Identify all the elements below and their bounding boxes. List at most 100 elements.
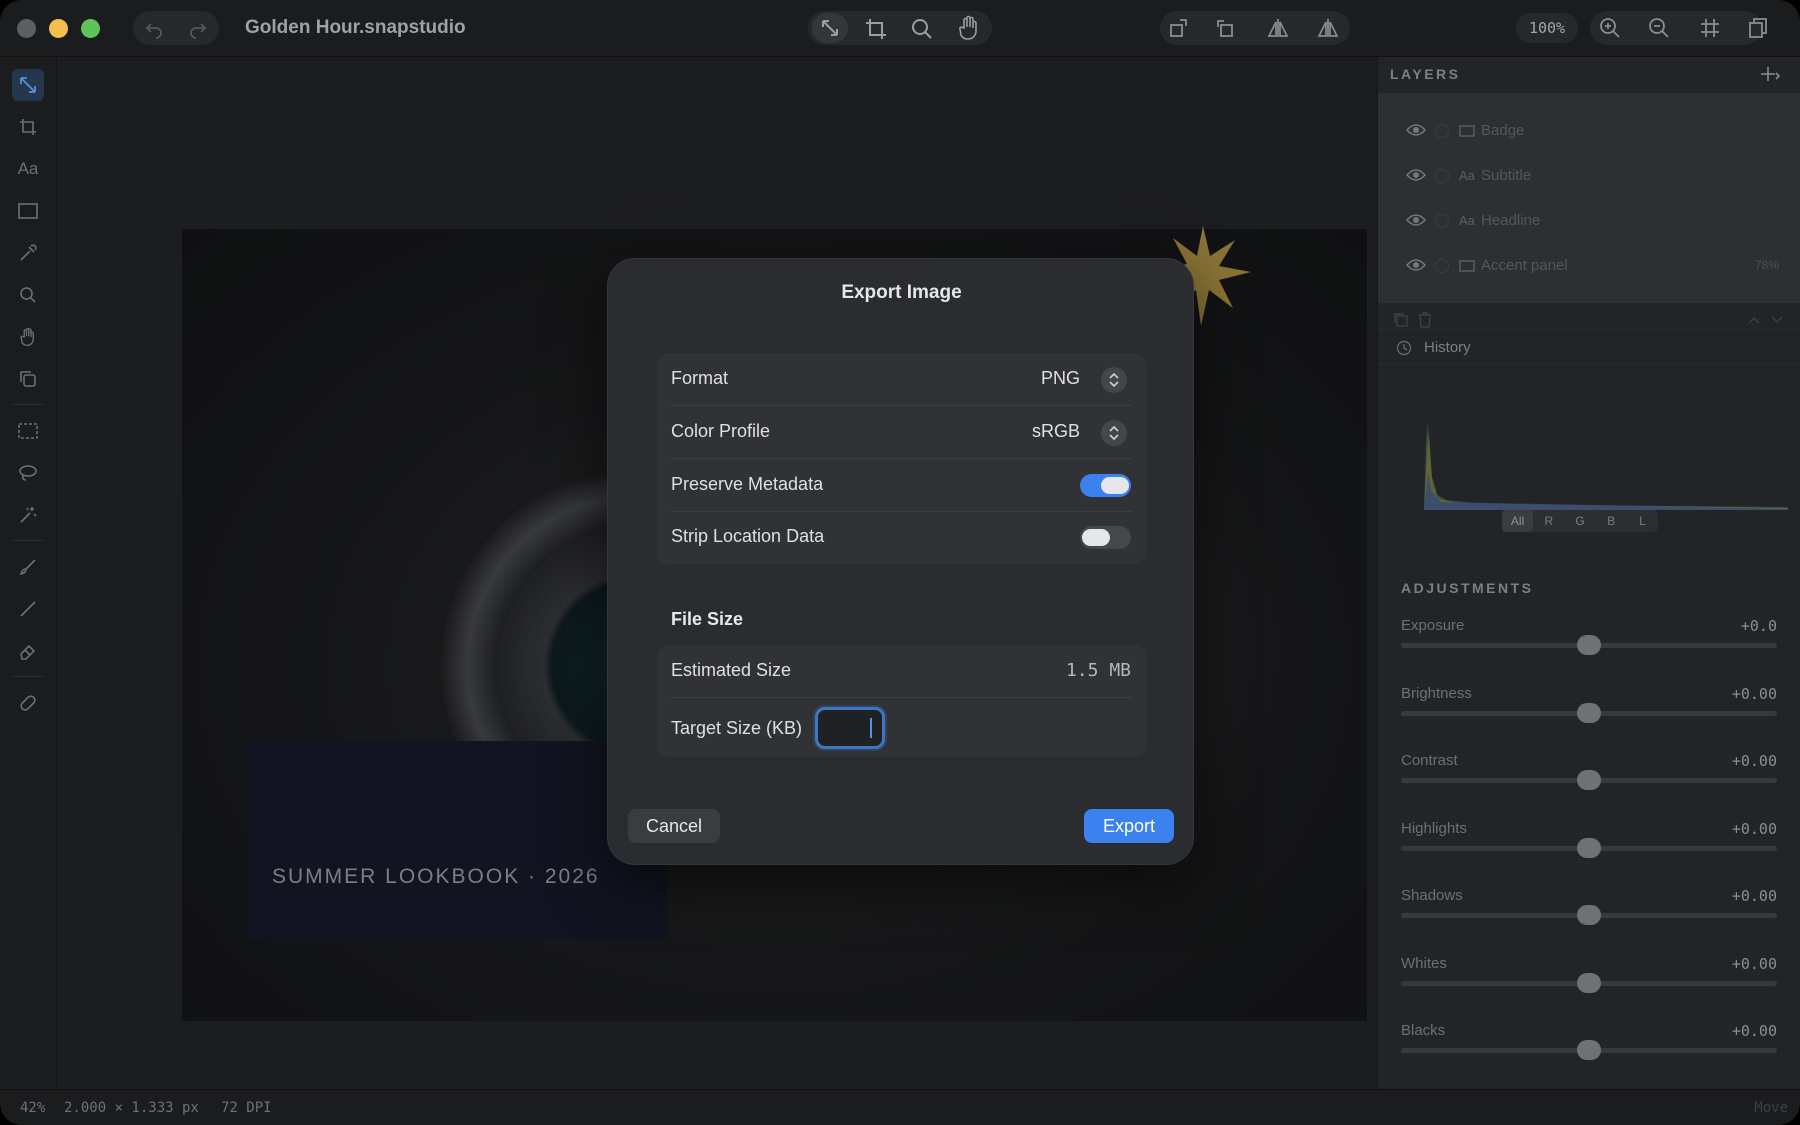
strip-location-toggle[interactable] [1080, 526, 1131, 549]
move-tool-icon[interactable] [812, 13, 848, 43]
hist-tab-l[interactable]: L [1627, 510, 1658, 532]
panels-icon[interactable] [1745, 15, 1771, 41]
text-layer-icon: Aa [1459, 213, 1475, 228]
adjustment-slider-thumb[interactable] [1577, 702, 1601, 723]
layer-row[interactable]: Aa Headline [1378, 199, 1800, 243]
rotate-left-icon[interactable] [1166, 15, 1192, 41]
status-dimensions: 2.000 × 1.333 px [64, 1100, 199, 1116]
adjustment-slider-thumb[interactable] [1577, 972, 1601, 993]
eye-icon[interactable] [1406, 168, 1426, 182]
history-row[interactable]: History [1378, 329, 1800, 365]
preserve-metadata-row: Preserve Metadata [657, 459, 1146, 512]
magic-wand-tool-button[interactable] [12, 499, 44, 531]
adjustment-slider-thumb[interactable] [1577, 770, 1601, 790]
adjustment-value: +0.00 [1731, 887, 1777, 905]
move-layer-down-icon[interactable] [1769, 313, 1785, 327]
zoom-in-icon[interactable] [1597, 15, 1623, 41]
flip-horizontal-icon[interactable] [1265, 15, 1291, 41]
target-size-input[interactable] [815, 707, 885, 749]
add-layer-icon[interactable] [1758, 63, 1782, 85]
duplicate-layer-icon[interactable] [1392, 311, 1410, 329]
export-dialog: Export Image Format PNG Color Profile sR… [607, 258, 1194, 865]
adjustment-label: Blacks [1401, 1022, 1446, 1039]
crop-tool-button[interactable] [12, 111, 44, 143]
preserve-metadata-toggle[interactable] [1080, 474, 1131, 497]
eye-icon[interactable] [1406, 123, 1426, 137]
target-size-row: Target Size (KB) [657, 698, 1146, 757]
crop-icon [20, 119, 36, 135]
rectangle-tool-button[interactable] [12, 195, 44, 227]
adjustment-row: Exposure +0.0 [1401, 617, 1777, 677]
pan-tool-button[interactable] [12, 321, 44, 353]
magic-wand-icon [20, 507, 37, 523]
status-bar: 42% 2.000 × 1.333 px 72 DPI Move [0, 1089, 1800, 1125]
color-profile-row[interactable]: Color Profile sRGB [657, 406, 1146, 459]
eyedropper-tool-button[interactable] [12, 237, 44, 269]
adjustment-row: Blacks +0.00 [1401, 1022, 1777, 1082]
history-title: History [1424, 339, 1471, 356]
move-layer-up-icon[interactable] [1746, 313, 1762, 327]
hand-tool-icon[interactable] [955, 14, 983, 42]
redo-icon[interactable] [185, 16, 211, 42]
lock-toggle[interactable] [1435, 124, 1449, 138]
hist-tab-r[interactable]: R [1533, 510, 1564, 532]
toolbar-divider [12, 540, 44, 541]
adjustment-slider-thumb[interactable] [1577, 905, 1601, 925]
layer-row[interactable]: Accent panel 78% [1378, 244, 1800, 288]
line-tool-button[interactable] [12, 593, 44, 625]
adjustment-row: Contrast +0.00 [1401, 752, 1777, 812]
eye-icon[interactable] [1406, 258, 1426, 272]
line-icon [20, 601, 36, 617]
hist-tab-all[interactable]: All [1502, 510, 1534, 532]
hist-tab-g[interactable]: G [1564, 510, 1595, 532]
undo-icon[interactable] [141, 16, 167, 42]
color-profile-stepper-icon[interactable] [1101, 420, 1127, 446]
adjustment-value: +0.00 [1731, 954, 1777, 973]
app-window: Golden Hour.snapstudio 100% Aa SUMMER LO… [0, 0, 1800, 1125]
hist-tab-b[interactable]: B [1596, 510, 1627, 532]
lock-toggle[interactable] [1435, 169, 1449, 183]
close-window-button[interactable] [17, 19, 36, 38]
format-stepper-icon[interactable] [1101, 367, 1127, 393]
adjustment-slider-thumb[interactable] [1577, 635, 1601, 655]
trash-icon[interactable] [1416, 311, 1434, 329]
crop-tool-icon[interactable] [862, 15, 890, 43]
zoom-tool-button[interactable] [12, 279, 44, 311]
adjustment-label: Shadows [1401, 887, 1463, 904]
lock-toggle[interactable] [1435, 259, 1449, 273]
title-bar: Golden Hour.snapstudio 100% [0, 0, 1800, 57]
clone-tool-button[interactable] [12, 363, 44, 395]
zoom-out-icon[interactable] [1646, 15, 1672, 41]
text-caret [870, 718, 872, 738]
lasso-tool-button[interactable] [12, 457, 44, 489]
search-tool-icon[interactable] [908, 15, 936, 43]
marquee-icon [18, 423, 38, 439]
marquee-tool-button[interactable] [12, 415, 44, 447]
flip-vertical-icon[interactable] [1315, 15, 1341, 41]
format-row[interactable]: Format PNG [657, 353, 1146, 406]
heal-tool-button[interactable] [12, 687, 44, 719]
rotate-right-icon[interactable] [1212, 15, 1238, 41]
adjustment-slider-thumb[interactable] [1577, 1040, 1601, 1060]
eye-icon[interactable] [1406, 213, 1426, 227]
layer-row[interactable]: Badge [1378, 109, 1800, 153]
grid-icon[interactable] [1697, 15, 1723, 41]
adjustment-value: +0.0 [1740, 617, 1777, 635]
move-tool-button[interactable] [12, 69, 44, 101]
zoom-window-button[interactable] [81, 19, 100, 38]
zoom-level-button[interactable]: 100% [1516, 13, 1578, 43]
minimize-window-button[interactable] [49, 19, 68, 38]
adjustment-slider-thumb[interactable] [1577, 837, 1601, 858]
text-tool-button[interactable]: Aa [12, 153, 44, 185]
export-button[interactable]: Export [1084, 809, 1174, 843]
layer-row[interactable]: Aa Subtitle [1378, 154, 1800, 198]
clone-icon [20, 371, 36, 387]
export-options-group: Format PNG Color Profile sRGB Preserve M… [657, 353, 1146, 564]
cancel-button[interactable]: Cancel [628, 809, 720, 843]
adjustments-title: ADJUSTMENTS [1401, 580, 1534, 596]
brush-tool-button[interactable] [12, 551, 44, 583]
lock-toggle[interactable] [1435, 214, 1449, 228]
eraser-tool-button[interactable] [12, 635, 44, 667]
move-icon [20, 77, 36, 93]
layer-name: Accent panel [1481, 257, 1568, 274]
